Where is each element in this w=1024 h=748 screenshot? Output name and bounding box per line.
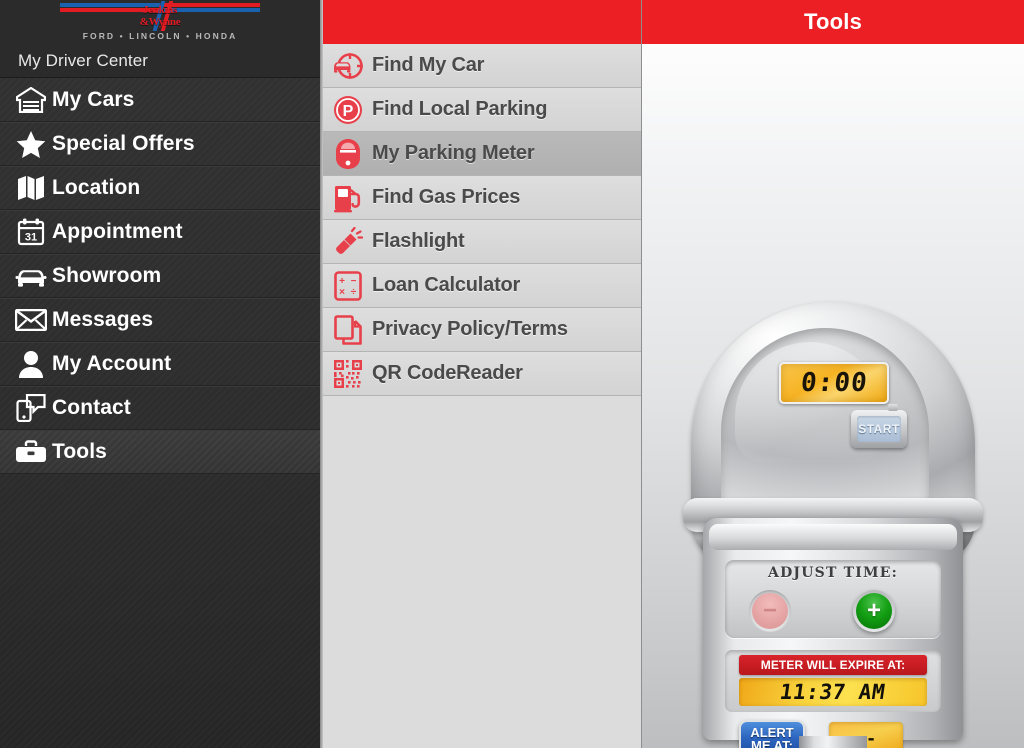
tool-item-flashlight[interactable]: Flashlight bbox=[320, 220, 641, 264]
tool-item-label: Find Local Parking bbox=[372, 98, 548, 120]
sidebar-item-label: Appointment bbox=[52, 220, 183, 243]
envelope-icon bbox=[10, 305, 52, 335]
logo-graphic: Jenkins &Wynne FORD • LINCOLN • HONDA bbox=[60, 0, 260, 44]
alert-me-at-button[interactable]: ALERT ME AT: bbox=[739, 720, 805, 748]
tool-item-privacy-policy-terms[interactable]: Privacy Policy/Terms bbox=[320, 308, 641, 352]
sidebar-item-appointment[interactable]: 31 Appointment bbox=[0, 210, 320, 254]
qr-code-icon bbox=[328, 359, 368, 388]
parking-meter-icon bbox=[328, 138, 368, 170]
expire-time-value: 11:37 AM bbox=[778, 680, 888, 704]
alert-me-at-line2: ME AT: bbox=[751, 738, 793, 748]
driver-center-header: My Driver Center bbox=[0, 44, 320, 78]
tool-item-label: Privacy Policy/Terms bbox=[372, 318, 568, 340]
adjust-time-label: ADJUST TIME: bbox=[768, 565, 898, 581]
person-icon bbox=[10, 349, 52, 379]
svg-text:P: P bbox=[343, 103, 354, 120]
tools-list-panel: Find My Car P Find Local Parking My Parking… bbox=[320, 0, 642, 748]
tool-item-label: My Parking Meter bbox=[372, 142, 535, 164]
logo-brands-line: FORD • LINCOLN • HONDA bbox=[82, 31, 238, 41]
parking-p-icon: P bbox=[328, 95, 368, 125]
page-title: Tools bbox=[803, 9, 863, 34]
tool-item-label: Find Gas Prices bbox=[372, 186, 521, 208]
decrease-time-glyph: − bbox=[752, 593, 788, 629]
sidebar: Jenkins &Wynne FORD • LINCOLN • HONDA My… bbox=[0, 0, 320, 748]
svg-text:÷: ÷ bbox=[351, 287, 357, 298]
tools-list-header-strip bbox=[320, 0, 641, 44]
start-button-nub bbox=[888, 404, 898, 411]
garage-icon bbox=[10, 85, 52, 115]
increase-time-glyph: + bbox=[856, 593, 892, 629]
parking-meter-graphic: 0:00 START ADJUST TIME: − + METER WILL E… bbox=[683, 302, 983, 748]
svg-text:−: − bbox=[351, 276, 357, 287]
sidebar-item-showroom[interactable]: Showroom bbox=[0, 254, 320, 298]
sidebar-item-label: Special Offers bbox=[52, 132, 195, 155]
page-header: Tools bbox=[642, 0, 1024, 44]
chat-phone-icon bbox=[10, 393, 52, 423]
logo-name-line1: Jenkins bbox=[143, 4, 177, 16]
tool-item-find-my-car[interactable]: Find My Car bbox=[320, 44, 641, 88]
expire-banner-label: METER WILL EXPIRE AT: bbox=[760, 658, 906, 672]
tool-item-label: Flashlight bbox=[372, 230, 465, 252]
sidebar-item-label: Tools bbox=[52, 440, 107, 463]
sidebar-nav: My Cars Special Offers Location 31 Appointme… bbox=[0, 78, 320, 474]
sidebar-divider bbox=[320, 0, 323, 748]
tool-item-find-gas-prices[interactable]: Find Gas Prices bbox=[320, 176, 641, 220]
tool-item-label: QR CodeReader bbox=[372, 362, 523, 384]
sidebar-item-my-account[interactable]: My Account bbox=[0, 342, 320, 386]
content-panel: Tools 0:00 START ADJUST TIME: − + METER … bbox=[642, 0, 1024, 748]
sidebar-item-label: Contact bbox=[52, 396, 131, 419]
sidebar-item-label: Showroom bbox=[52, 264, 162, 287]
tools-list: Find My Car P Find Local Parking My Parking… bbox=[320, 44, 641, 396]
sidebar-item-contact[interactable]: Contact bbox=[0, 386, 320, 430]
sidebar-item-my-cars[interactable]: My Cars bbox=[0, 78, 320, 122]
flashlight-icon bbox=[328, 226, 368, 257]
sidebar-item-special-offers[interactable]: Special Offers bbox=[0, 122, 320, 166]
calculator-icon: + − × ÷ bbox=[328, 270, 368, 301]
sidebar-item-label: Location bbox=[52, 176, 141, 199]
app-root: Jenkins &Wynne FORD • LINCOLN • HONDA My… bbox=[0, 0, 1024, 748]
start-button-face: START bbox=[857, 416, 901, 442]
adjust-time-panel: ADJUST TIME: − + bbox=[725, 560, 941, 638]
increase-time-button[interactable]: + bbox=[853, 590, 895, 632]
alert-me-at-label: ALERT ME AT: bbox=[750, 726, 793, 748]
meter-post bbox=[799, 736, 867, 748]
meter-time-value: 0:00 bbox=[799, 368, 869, 398]
tool-item-loan-calculator[interactable]: + − × ÷ Loan Calculator bbox=[320, 264, 641, 308]
tool-item-label: Loan Calculator bbox=[372, 274, 521, 296]
gas-pump-icon bbox=[328, 183, 368, 213]
start-button-label: START bbox=[858, 422, 900, 436]
svg-text:+: + bbox=[339, 276, 345, 287]
sidebar-item-label: Messages bbox=[52, 308, 154, 331]
sidebar-item-location[interactable]: Location bbox=[0, 166, 320, 210]
documents-icon bbox=[328, 314, 368, 345]
expire-banner: METER WILL EXPIRE AT: bbox=[739, 655, 927, 675]
sidebar-item-label: My Account bbox=[52, 352, 172, 375]
calendar-icon: 31 bbox=[10, 217, 52, 247]
sidebar-item-label: My Cars bbox=[52, 87, 135, 111]
parking-meter-stage: 0:00 START ADJUST TIME: − + METER WILL E… bbox=[642, 44, 1024, 748]
tool-item-find-local-parking[interactable]: P Find Local Parking bbox=[320, 88, 641, 132]
meter-body-cap bbox=[709, 524, 957, 550]
logo-name-line2: &Wynne bbox=[139, 16, 181, 28]
tool-item-label: Find My Car bbox=[372, 54, 485, 76]
expire-time-display: 11:37 AM bbox=[739, 678, 927, 706]
meter-time-display: 0:00 bbox=[779, 362, 889, 404]
svg-text:31: 31 bbox=[25, 232, 37, 244]
sidebar-item-tools[interactable]: Tools bbox=[0, 430, 320, 474]
sidebar-item-messages[interactable]: Messages bbox=[0, 298, 320, 342]
decrease-time-button[interactable]: − bbox=[749, 590, 791, 632]
expire-panel: METER WILL EXPIRE AT: 11:37 AM bbox=[725, 650, 941, 712]
svg-text:×: × bbox=[339, 287, 345, 298]
toolbox-icon bbox=[10, 437, 52, 467]
tool-item-qr-codereader[interactable]: QR CodeReader bbox=[320, 352, 641, 396]
tool-item-my-parking-meter[interactable]: My Parking Meter bbox=[320, 132, 641, 176]
start-button[interactable]: START bbox=[851, 404, 907, 448]
car-icon bbox=[10, 261, 52, 291]
map-icon bbox=[10, 173, 52, 203]
star-icon bbox=[10, 129, 52, 159]
logo-wordmark: Jenkins &Wynne bbox=[60, 5, 260, 28]
car-target-icon bbox=[328, 51, 368, 81]
dealer-logo[interactable]: Jenkins &Wynne FORD • LINCOLN • HONDA bbox=[0, 0, 320, 44]
